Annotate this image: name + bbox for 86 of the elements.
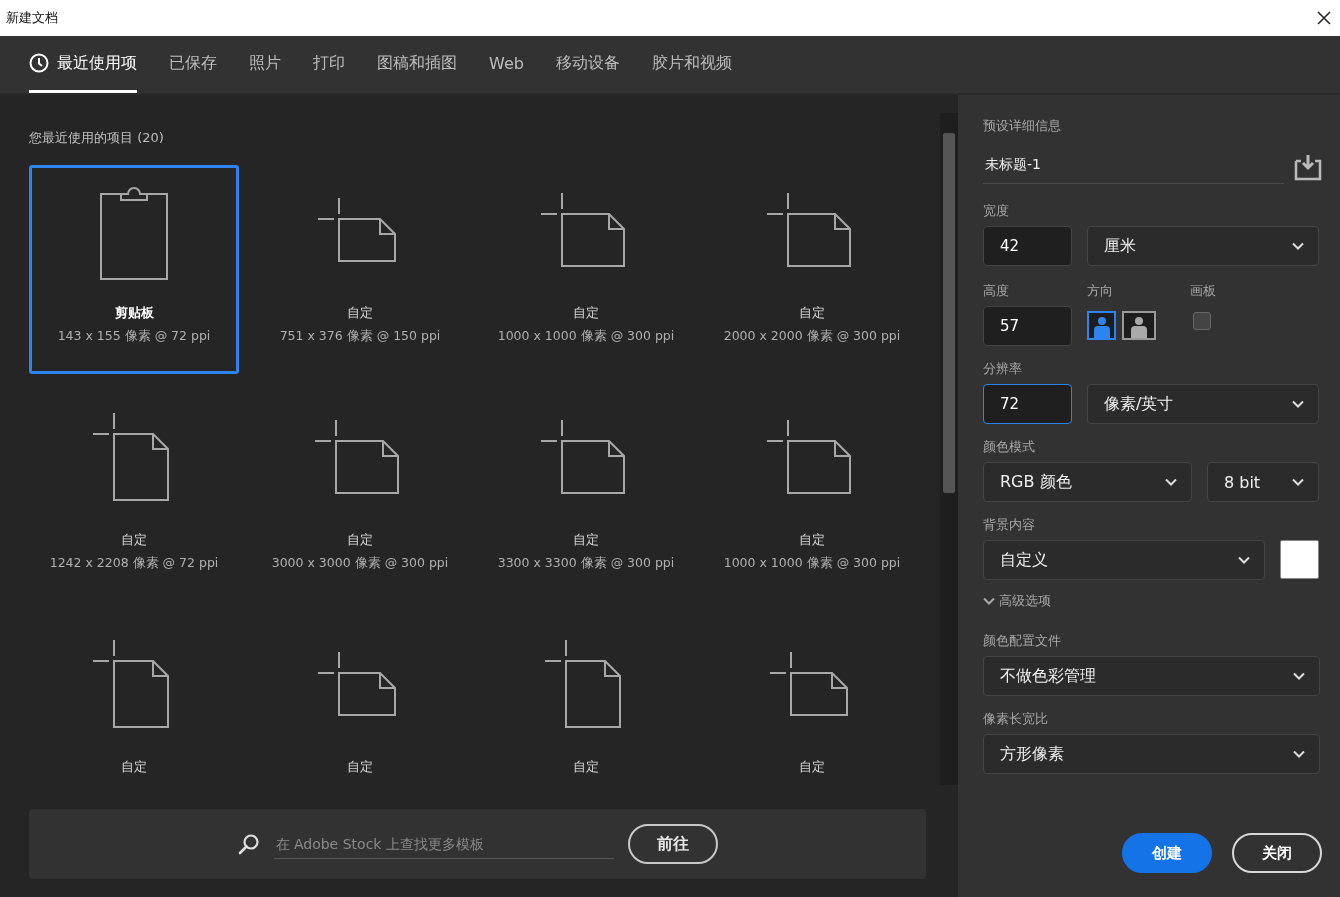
preset-name: 自定 bbox=[347, 531, 373, 549]
preset-tile[interactable]: 自定 bbox=[481, 619, 691, 797]
section-heading: 您最近使用的项目 (20) bbox=[29, 129, 165, 147]
pixel-aspect-dropdown[interactable]: 方形像素 bbox=[983, 734, 1320, 774]
background-dropdown[interactable]: 自定义 bbox=[983, 540, 1265, 580]
preset-name: 自定 bbox=[573, 531, 599, 549]
preset-details: 1000 x 1000 像素 @ 300 ppi bbox=[497, 328, 675, 345]
height-field[interactable]: 57 bbox=[983, 306, 1072, 346]
preset-tile[interactable]: 剪贴板 143 x 155 像素 @ 72 ppi bbox=[29, 165, 239, 374]
preset-tile[interactable]: 自定 1000 x 1000 像素 @ 300 ppi bbox=[707, 392, 917, 601]
tab[interactable]: 照片 bbox=[249, 36, 281, 93]
artboard-checkbox[interactable] bbox=[1193, 312, 1211, 330]
portrait-button[interactable] bbox=[1087, 311, 1116, 340]
color-profile-dropdown[interactable]: 不做色彩管理 bbox=[983, 656, 1320, 696]
preset-tile[interactable]: 自定 1242 x 2208 像素 @ 72 ppi bbox=[29, 392, 239, 601]
preset-tile[interactable]: 自定 2000 x 2000 像素 @ 300 ppi bbox=[707, 165, 917, 374]
field-label: 高度 bbox=[983, 282, 1010, 300]
field-label: 分辨率 bbox=[983, 360, 1023, 378]
field-label: 像素长宽比 bbox=[983, 710, 1049, 728]
chevron-down-icon bbox=[1292, 400, 1304, 408]
window-title: 新建文档 bbox=[6, 9, 58, 27]
tab[interactable]: Web bbox=[489, 36, 524, 93]
tab[interactable]: 移动设备 bbox=[555, 36, 620, 93]
preset-tile[interactable]: 自定 1000 x 1000 像素 @ 300 ppi bbox=[481, 165, 691, 374]
preset-details: 1242 x 2208 像素 @ 72 ppi bbox=[49, 555, 219, 572]
preset-name: 自定 bbox=[347, 304, 373, 322]
field-label: 颜色模式 bbox=[983, 438, 1036, 456]
preset-name: 自定 bbox=[347, 758, 373, 776]
preset-details: 2000 x 2000 像素 @ 300 ppi bbox=[723, 328, 901, 345]
person-icon bbox=[1130, 316, 1148, 338]
preset-details: 3000 x 3000 像素 @ 300 ppi bbox=[271, 555, 449, 572]
chevron-down-icon bbox=[1292, 242, 1304, 250]
chevron-down-icon bbox=[1293, 672, 1305, 680]
tab[interactable]: 打印 bbox=[313, 36, 345, 93]
field-label: 方向 bbox=[1087, 282, 1114, 300]
chevron-down-icon bbox=[1238, 556, 1250, 564]
preset-tile[interactable]: 自定 bbox=[255, 619, 465, 797]
preset-name: 自定 bbox=[799, 304, 825, 322]
preset-name: 自定 bbox=[573, 304, 599, 322]
search-icon bbox=[237, 833, 260, 855]
preset-name: 剪贴板 bbox=[114, 304, 154, 322]
bit-depth-dropdown[interactable]: 8 bit bbox=[1207, 462, 1319, 502]
preset-name: 自定 bbox=[799, 758, 825, 776]
save-preset-icon[interactable] bbox=[1294, 154, 1322, 181]
advanced-options-toggle[interactable]: 高级选项 bbox=[983, 592, 1322, 610]
clock-icon bbox=[29, 53, 49, 73]
preset-tile[interactable]: 自定 3000 x 3000 像素 @ 300 ppi bbox=[255, 392, 465, 601]
go-button[interactable]: 前往 bbox=[627, 824, 718, 864]
panel-heading: 预设详细信息 bbox=[983, 117, 1062, 135]
chevron-down-icon bbox=[1165, 478, 1177, 486]
preset-name: 自定 bbox=[799, 531, 825, 549]
chevron-down-icon bbox=[1292, 478, 1304, 486]
field-label: 颜色配置文件 bbox=[983, 632, 1062, 650]
field-label: 宽度 bbox=[983, 202, 1010, 220]
field-label: 画板 bbox=[1190, 282, 1216, 300]
preset-tile[interactable]: 自定 bbox=[29, 619, 239, 797]
chevron-down-icon bbox=[1293, 750, 1305, 758]
preset-details: 751 x 376 像素 @ 150 ppi bbox=[279, 328, 441, 345]
color-swatch[interactable] bbox=[1280, 540, 1319, 579]
tab[interactable]: 胶片和视频 bbox=[651, 36, 732, 93]
resolution-field[interactable]: 72 bbox=[983, 384, 1072, 424]
preset-details: 143 x 155 像素 @ 72 ppi bbox=[57, 328, 211, 345]
tab[interactable]: 图稿和插图 bbox=[377, 36, 457, 93]
preset-tile[interactable]: 自定 751 x 376 像素 @ 150 ppi bbox=[255, 165, 465, 374]
clipboard-icon bbox=[98, 185, 170, 281]
scrollbar[interactable] bbox=[940, 113, 958, 785]
width-field[interactable]: 42 bbox=[983, 226, 1072, 266]
color-mode-dropdown[interactable]: RGB 颜色 bbox=[983, 462, 1192, 502]
unit-dropdown[interactable]: 厘米 bbox=[1087, 226, 1319, 266]
chevron-down-icon bbox=[983, 595, 995, 607]
preset-tile[interactable]: 自定 3300 x 3300 像素 @ 300 ppi bbox=[481, 392, 691, 601]
preset-tile[interactable]: 自定 bbox=[707, 619, 917, 797]
preset-details: 3300 x 3300 像素 @ 300 ppi bbox=[497, 555, 675, 572]
preset-details: 1000 x 1000 像素 @ 300 ppi bbox=[723, 555, 901, 572]
stock-search-field[interactable]: 在 Adobe Stock 上查找更多模板 bbox=[273, 829, 614, 859]
landscape-button[interactable] bbox=[1122, 311, 1156, 340]
resolution-unit-dropdown[interactable]: 像素/英寸 bbox=[1087, 384, 1319, 424]
close-dialog-button[interactable]: 关闭 bbox=[1232, 833, 1322, 873]
preset-name: 自定 bbox=[121, 531, 147, 549]
person-icon bbox=[1092, 316, 1111, 338]
create-button[interactable]: 创建 bbox=[1122, 833, 1212, 873]
field-label: 背景内容 bbox=[983, 516, 1036, 534]
tab[interactable]: 已保存 bbox=[169, 36, 217, 93]
document-name-field[interactable]: 未标题-1 bbox=[983, 151, 1284, 184]
preset-name: 自定 bbox=[573, 758, 599, 776]
preset-name: 自定 bbox=[121, 758, 147, 776]
